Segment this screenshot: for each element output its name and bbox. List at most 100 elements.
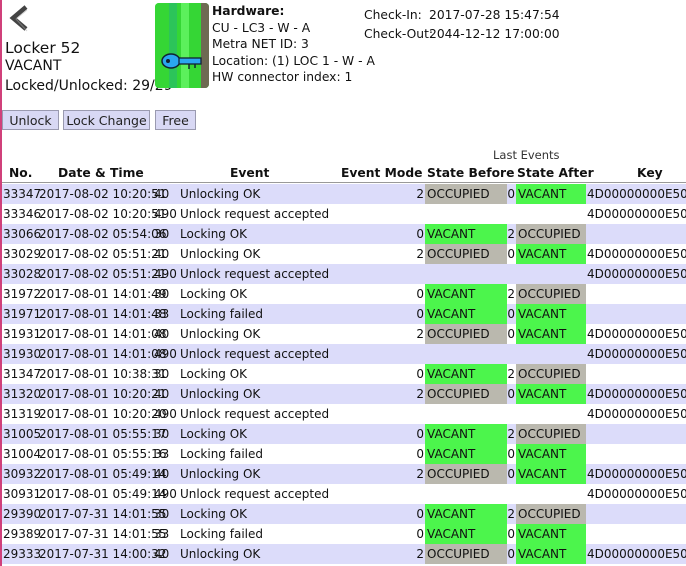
state-before-code: 0 bbox=[416, 527, 424, 541]
header-no[interactable]: No. bbox=[9, 166, 32, 180]
locker-name: Locker 52 bbox=[5, 39, 81, 57]
state-after-code: 2 bbox=[507, 367, 515, 381]
state-after: VACANT bbox=[516, 324, 586, 344]
event-datetime: 2017-08-02 05:51:21 bbox=[39, 267, 167, 281]
state-after-code: 0 bbox=[507, 327, 515, 341]
event-name: Unlocking OK bbox=[180, 547, 261, 561]
state-after: OCCUPIED bbox=[516, 224, 586, 244]
state-before: VACANT bbox=[425, 524, 507, 544]
event-datetime: 2017-08-01 14:01:48 bbox=[39, 307, 167, 321]
event-name: Unlock request accepted bbox=[180, 207, 330, 221]
table-row[interactable]: 29389 2017-07-31 14:01:55 33 Locking failed… bbox=[2, 524, 686, 544]
event-code: 490 bbox=[154, 267, 177, 281]
event-key: 4D00000000E50A2 bbox=[587, 467, 686, 481]
table-row[interactable]: 29390 2017-07-31 14:01:55 30 Locking OK 0 VAC… bbox=[2, 504, 686, 524]
locker-state: VACANT bbox=[5, 58, 62, 74]
state-after: VACANT bbox=[516, 464, 586, 484]
checkin-label: Check-In: bbox=[364, 8, 422, 22]
event-code: 30 bbox=[154, 427, 170, 441]
header-state-before[interactable]: State Before bbox=[427, 166, 514, 180]
table-row[interactable]: 30932 2017-08-01 05:49:14 40 Unlocking OK 2 O… bbox=[2, 464, 686, 484]
state-before-code: 0 bbox=[416, 427, 424, 441]
state-after: VACANT bbox=[516, 184, 586, 204]
state-before: VACANT bbox=[425, 284, 507, 304]
event-name: Locking OK bbox=[180, 507, 248, 521]
event-name: Unlock request accepted bbox=[180, 487, 330, 501]
state-after: VACANT bbox=[516, 544, 586, 564]
state-after: VACANT bbox=[516, 524, 586, 544]
table-row[interactable]: 31004 2017-08-01 05:55:16 33 Locking failed… bbox=[2, 444, 686, 464]
event-name: Unlock request accepted bbox=[180, 407, 330, 421]
header-state-after[interactable]: State After bbox=[517, 166, 594, 180]
state-before: VACANT bbox=[425, 504, 507, 524]
event-name: Locking failed bbox=[180, 527, 263, 541]
table-row[interactable]: 33028 2017-08-02 05:51:21 490 Unlock reques… bbox=[2, 264, 686, 284]
event-key: 4D00000000E50A2 bbox=[587, 487, 686, 501]
event-datetime: 2017-08-02 05:51:21 bbox=[39, 247, 167, 261]
state-after: VACANT bbox=[516, 444, 586, 464]
header-event-mode[interactable]: Event Mode bbox=[341, 166, 423, 180]
header-divider bbox=[2, 182, 686, 183]
hardware-net-id: Metra NET ID: 3 bbox=[212, 37, 309, 51]
event-no: 31972 bbox=[3, 287, 42, 301]
table-row[interactable]: 31347 2017-08-01 10:38:31 30 Locking OK 0 VAC… bbox=[2, 364, 686, 384]
unlock-button[interactable]: Unlock bbox=[2, 110, 59, 130]
event-datetime: 2017-08-01 05:49:14 bbox=[39, 487, 167, 501]
event-name: Locking OK bbox=[180, 367, 248, 381]
event-no: 31347 bbox=[3, 367, 42, 381]
table-row[interactable]: 33346 2017-08-02 10:20:51 490 Unlock reques… bbox=[2, 204, 686, 224]
state-after-code: 0 bbox=[507, 467, 515, 481]
table-row[interactable]: 31931 2017-08-01 14:01:08 40 Unlocking OK 2 O… bbox=[2, 324, 686, 344]
event-name: Locking OK bbox=[180, 287, 248, 301]
state-after: VACANT bbox=[516, 244, 586, 264]
state-after: VACANT bbox=[516, 384, 586, 404]
event-datetime: 2017-08-01 10:38:31 bbox=[39, 367, 167, 381]
event-no: 31320 bbox=[3, 387, 42, 401]
table-row[interactable]: 30931 2017-08-01 05:49:14 490 Unlock reques… bbox=[2, 484, 686, 504]
table-row[interactable]: 31319 2017-08-01 10:20:20 490 Unlock reques… bbox=[2, 404, 686, 424]
table-row[interactable]: 31005 2017-08-01 05:55:17 30 Locking OK 0 VAC… bbox=[2, 424, 686, 444]
table-row[interactable]: 33029 2017-08-02 05:51:21 40 Unlocking OK 2 O… bbox=[2, 244, 686, 264]
state-after-code: 2 bbox=[507, 507, 515, 521]
state-before-code: 0 bbox=[416, 287, 424, 301]
state-before: VACANT bbox=[425, 424, 507, 444]
event-key: 4D00000000E50A2 bbox=[587, 327, 686, 341]
table-row[interactable]: 33347 2017-08-02 10:20:51 40 Unlocking OK 2 O… bbox=[2, 184, 686, 204]
state-before: OCCUPIED bbox=[425, 464, 507, 484]
event-no: 31930 bbox=[3, 347, 42, 361]
table-row[interactable]: 31320 2017-08-01 10:20:21 40 Unlocking OK 2 O… bbox=[2, 384, 686, 404]
table-row[interactable]: 33066 2017-08-02 05:54:06 30 Locking OK 0 VAC… bbox=[2, 224, 686, 244]
checkout-label: Check-Out: bbox=[364, 27, 434, 41]
event-datetime: 2017-07-31 14:00:32 bbox=[39, 547, 167, 561]
back-button[interactable] bbox=[6, 4, 34, 32]
table-row[interactable]: 29333 2017-07-31 14:00:32 40 Unlocking OK 2 O… bbox=[2, 544, 686, 564]
event-code: 30 bbox=[154, 367, 170, 381]
state-before-code: 2 bbox=[416, 547, 424, 561]
state-before: OCCUPIED bbox=[425, 544, 507, 564]
event-key: 4D00000000E50A2 bbox=[587, 247, 686, 261]
state-before-code: 2 bbox=[416, 387, 424, 401]
checkout-value: 2044-12-12 17:00:00 bbox=[429, 27, 560, 41]
event-name: Unlock request accepted bbox=[180, 347, 330, 361]
event-datetime: 2017-08-02 05:54:06 bbox=[39, 227, 167, 241]
state-after-code: 0 bbox=[507, 527, 515, 541]
event-code: 40 bbox=[154, 467, 170, 481]
table-row[interactable]: 31971 2017-08-01 14:01:48 33 Locking failed… bbox=[2, 304, 686, 324]
header-event[interactable]: Event bbox=[230, 166, 269, 180]
free-button[interactable]: Free bbox=[155, 110, 196, 130]
state-before-code: 0 bbox=[416, 367, 424, 381]
event-no: 31931 bbox=[3, 327, 42, 341]
table-row[interactable]: 31972 2017-08-01 14:01:49 30 Locking OK 0 VAC… bbox=[2, 284, 686, 304]
state-after-code: 0 bbox=[507, 187, 515, 201]
event-key: 4D00000000E50A2 bbox=[587, 207, 686, 221]
event-no: 29333 bbox=[3, 547, 42, 561]
state-before-code: 0 bbox=[416, 227, 424, 241]
state-after-code: 0 bbox=[507, 387, 515, 401]
lock-change-button[interactable]: Lock Change bbox=[63, 110, 150, 130]
event-code: 33 bbox=[154, 527, 170, 541]
state-after-code: 0 bbox=[507, 307, 515, 321]
event-key: 4D00000000E50A2 bbox=[587, 387, 686, 401]
header-datetime[interactable]: Date & Time bbox=[58, 166, 144, 180]
table-row[interactable]: 31930 2017-08-01 14:01:08 490 Unlock reques… bbox=[2, 344, 686, 364]
header-key[interactable]: Key bbox=[637, 166, 663, 180]
